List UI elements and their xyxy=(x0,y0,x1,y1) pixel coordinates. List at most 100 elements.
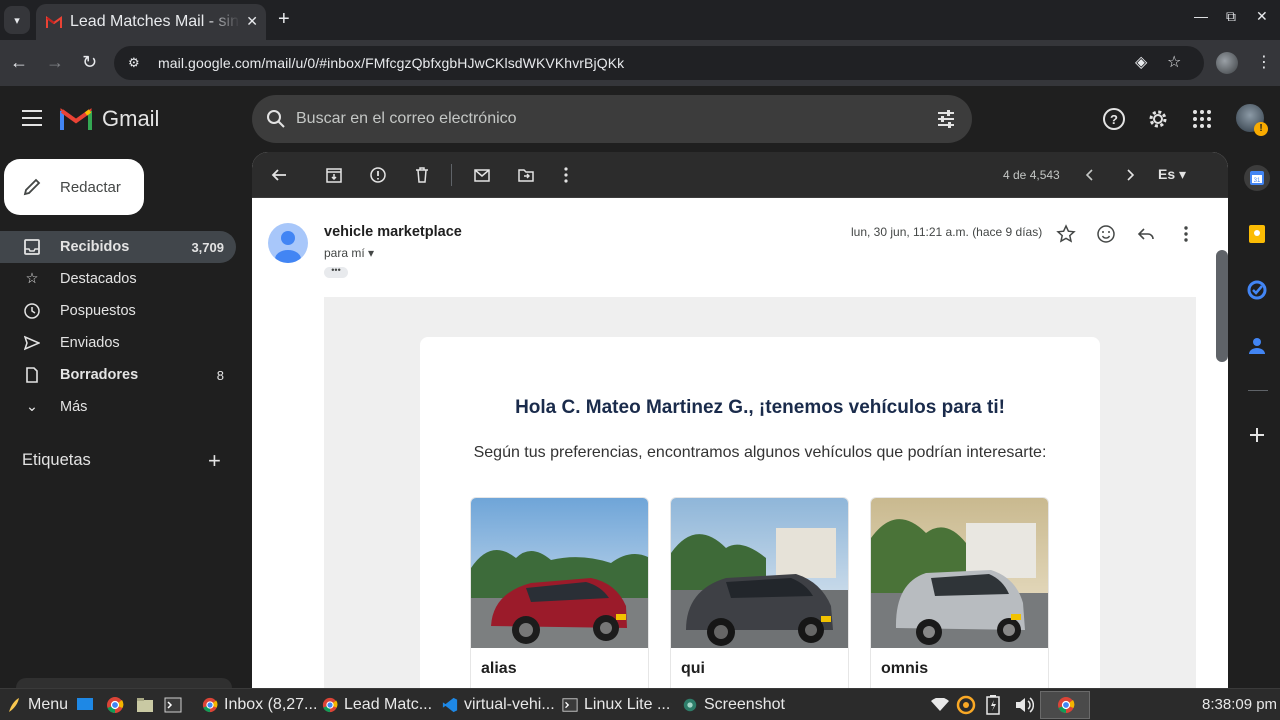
chrome-tray-icon[interactable] xyxy=(1057,696,1075,714)
help-icon[interactable]: ? xyxy=(1102,107,1126,131)
update-notifier-icon[interactable] xyxy=(956,695,976,715)
sidebar-item-drafts[interactable]: Borradores 8 xyxy=(0,359,236,391)
more-actions-icon[interactable] xyxy=(557,166,575,184)
newer-chevron-icon[interactable] xyxy=(1081,166,1099,184)
message-pane: 4 de 4,543 Es ▾ vehicle marketplace para… xyxy=(252,152,1228,688)
vehicle-photo[interactable] xyxy=(671,498,849,648)
recipient-label: para mí xyxy=(324,246,365,260)
taskbar-window-label: Linux Lite ... xyxy=(584,696,671,713)
vehicle-name[interactable]: qui xyxy=(681,660,705,678)
draft-count: 8 xyxy=(216,367,224,383)
sidebar-item-snoozed[interactable]: Pospuestos xyxy=(0,295,236,327)
vehicle-photo[interactable] xyxy=(471,498,649,648)
sidebar-item-starred[interactable]: ☆ Destacados xyxy=(0,263,236,295)
taskbar-window-lead-matches[interactable]: Lead Matc... xyxy=(322,693,436,717)
sidebar-item-label: Enviados xyxy=(60,335,120,351)
window-close-icon[interactable]: ✕ xyxy=(1256,8,1268,25)
site-settings-icon[interactable]: ⚙ xyxy=(128,55,144,71)
search-options-icon[interactable] xyxy=(936,109,956,129)
volume-icon[interactable] xyxy=(1014,696,1034,714)
report-spam-icon[interactable] xyxy=(369,166,387,184)
search-icon[interactable] xyxy=(266,109,286,129)
taskbar-window-terminal[interactable]: Linux Lite ... xyxy=(562,693,676,717)
forward-arrow-icon[interactable]: → xyxy=(46,52,64,73)
star-icon[interactable] xyxy=(1056,224,1076,244)
keep-notes-icon[interactable] xyxy=(1244,221,1270,247)
show-trimmed-content-button[interactable]: ••• xyxy=(324,266,348,278)
emoji-reaction-icon[interactable] xyxy=(1096,224,1116,244)
start-menu-button[interactable]: Menu xyxy=(6,693,68,717)
older-chevron-icon[interactable] xyxy=(1121,166,1139,184)
tasks-icon[interactable] xyxy=(1244,277,1270,303)
back-arrow-icon[interactable]: ← xyxy=(10,52,28,73)
mark-unread-icon[interactable] xyxy=(473,166,491,184)
recipients-toggle[interactable]: para mí ▾ xyxy=(324,246,374,260)
vehicle-card[interactable]: alias xyxy=(470,497,649,688)
compose-button[interactable]: Redactar xyxy=(4,159,144,215)
vehicle-card[interactable]: qui xyxy=(670,497,849,688)
lens-icon[interactable]: ◈ xyxy=(1135,52,1147,72)
svg-text:?: ? xyxy=(1110,112,1118,127)
gmail-header: Gmail ? xyxy=(0,86,1280,152)
vehicle-name[interactable]: omnis xyxy=(881,660,928,678)
settings-gear-icon[interactable] xyxy=(1146,107,1170,131)
contacts-icon[interactable] xyxy=(1244,333,1270,359)
move-to-icon[interactable] xyxy=(517,166,535,184)
labels-heading: Etiquetas xyxy=(22,451,91,469)
maximize-icon[interactable]: ⧉ xyxy=(1226,8,1236,25)
apps-grid-icon[interactable] xyxy=(1190,107,1214,131)
browser-tab-active[interactable]: Lead Matches Mail - sin ✕ xyxy=(36,4,266,40)
browser-profile-avatar[interactable] xyxy=(1216,52,1238,74)
chevron-down-icon: ⌄ xyxy=(25,399,39,415)
tab-close-icon[interactable]: ✕ xyxy=(246,13,258,30)
input-tools-button[interactable]: Es ▾ xyxy=(1158,166,1186,183)
clock[interactable]: 8:38:09 pm xyxy=(1202,696,1277,713)
toolbar-divider xyxy=(451,164,452,186)
star-icon: ☆ xyxy=(25,271,39,287)
vehicle-name[interactable]: alias xyxy=(481,660,517,678)
wifi-icon[interactable] xyxy=(931,698,949,712)
taskbar-window-vscode[interactable]: virtual-vehi... xyxy=(442,693,556,717)
battery-icon[interactable] xyxy=(986,695,1000,715)
tab-search-button[interactable]: ▾ xyxy=(4,6,30,34)
email-date: lun, 30 jun, 11:21 a.m. (hace 9 días) xyxy=(851,225,1043,239)
bookmark-star-icon[interactable]: ☆ xyxy=(1167,52,1181,72)
sidebar-nav: Recibidos 3,709 ☆ Destacados Pospuestos … xyxy=(0,231,236,423)
url-text: mail.google.com/mail/u/0/#inbox/FMfcgzQb… xyxy=(158,55,625,71)
add-label-icon[interactable]: + xyxy=(208,448,221,474)
message-more-icon[interactable] xyxy=(1176,224,1196,244)
address-bar[interactable]: ⚙ mail.google.com/mail/u/0/#inbox/FMfcgz… xyxy=(114,46,1204,80)
message-scrollbar[interactable] xyxy=(1216,250,1228,362)
show-desktop-icon[interactable] xyxy=(76,697,94,713)
vehicle-photo[interactable] xyxy=(871,498,1049,648)
minimize-icon[interactable]: — xyxy=(1194,8,1208,24)
vehicle-card[interactable]: omnis xyxy=(870,497,1049,688)
sidebar-item-label: Destacados xyxy=(60,271,137,287)
archive-icon[interactable] xyxy=(325,166,343,184)
compose-label: Redactar xyxy=(60,178,121,196)
reply-icon[interactable] xyxy=(1136,224,1156,244)
browser-menu-icon[interactable]: ⋮ xyxy=(1256,52,1272,72)
back-to-inbox-icon[interactable] xyxy=(270,166,288,184)
terminal-launcher-icon[interactable] xyxy=(164,696,182,714)
tab-title: Lead Matches Mail - sin xyxy=(70,13,239,30)
browser-tabstrip: ▾ Lead Matches Mail - sin ✕ + — ⧉ ✕ xyxy=(0,0,1280,40)
search-bar[interactable] xyxy=(252,95,972,143)
taskbar-window-inbox[interactable]: Inbox (8,27... xyxy=(202,693,317,717)
sender-name: vehicle marketplace xyxy=(324,224,462,240)
calendar-icon[interactable]: 31 xyxy=(1244,165,1270,191)
gmail-logo-icon xyxy=(60,108,92,130)
main-menu-icon[interactable] xyxy=(22,110,42,126)
sidebar-item-more[interactable]: ⌄ Más xyxy=(0,391,236,423)
new-tab-button[interactable]: + xyxy=(278,8,290,31)
reload-icon[interactable]: ↻ xyxy=(82,52,97,73)
delete-trash-icon[interactable] xyxy=(413,166,431,184)
recommendation-card: Hola C. Mateo Martinez G., ¡tenemos vehí… xyxy=(420,337,1100,688)
sidebar-item-inbox[interactable]: Recibidos 3,709 xyxy=(0,231,236,263)
add-addon-icon[interactable] xyxy=(1244,422,1270,448)
chrome-launcher-icon[interactable] xyxy=(106,696,124,714)
taskbar-window-screenshot[interactable]: Screenshot xyxy=(682,693,796,717)
sidebar-item-sent[interactable]: Enviados xyxy=(0,327,236,359)
file-manager-icon[interactable] xyxy=(136,696,154,714)
search-input[interactable] xyxy=(296,110,896,128)
